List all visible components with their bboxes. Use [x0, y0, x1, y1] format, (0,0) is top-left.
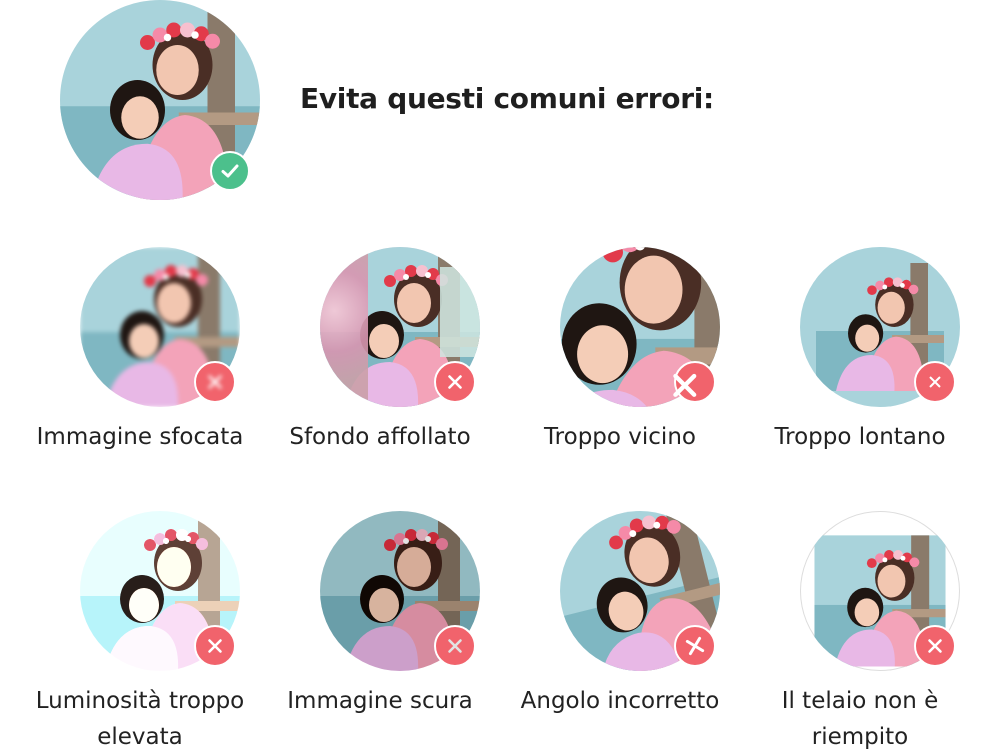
close-icon — [680, 631, 711, 662]
close-icon — [204, 371, 226, 393]
page-title: Evita questi comuni errori: — [300, 82, 714, 115]
close-icon — [924, 635, 946, 657]
error-badge — [434, 625, 476, 667]
error-badge — [194, 361, 236, 403]
close-icon — [204, 635, 226, 657]
close-icon — [666, 367, 703, 404]
error-label: Sfondo affollato — [289, 424, 471, 450]
error-badge — [914, 625, 956, 667]
error-badge — [914, 361, 956, 403]
close-icon — [444, 371, 466, 393]
error-label: Immagine sfocata — [36, 424, 244, 450]
error-label: Troppo vicino — [544, 424, 696, 450]
error-badge — [194, 625, 236, 667]
error-label: Il telaio non è riempito — [781, 688, 939, 750]
error-badge — [674, 361, 716, 403]
error-label: Immagine scura — [287, 688, 473, 714]
error-label: Troppo lontano — [774, 424, 946, 450]
check-icon — [218, 159, 242, 183]
error-badge — [674, 625, 716, 667]
close-icon — [926, 373, 944, 391]
error-badge — [434, 361, 476, 403]
close-icon — [444, 635, 466, 657]
error-label: Angolo incorretto — [520, 688, 720, 714]
correct-badge — [210, 151, 250, 191]
error-label: Luminosità troppo elevata — [35, 688, 245, 750]
